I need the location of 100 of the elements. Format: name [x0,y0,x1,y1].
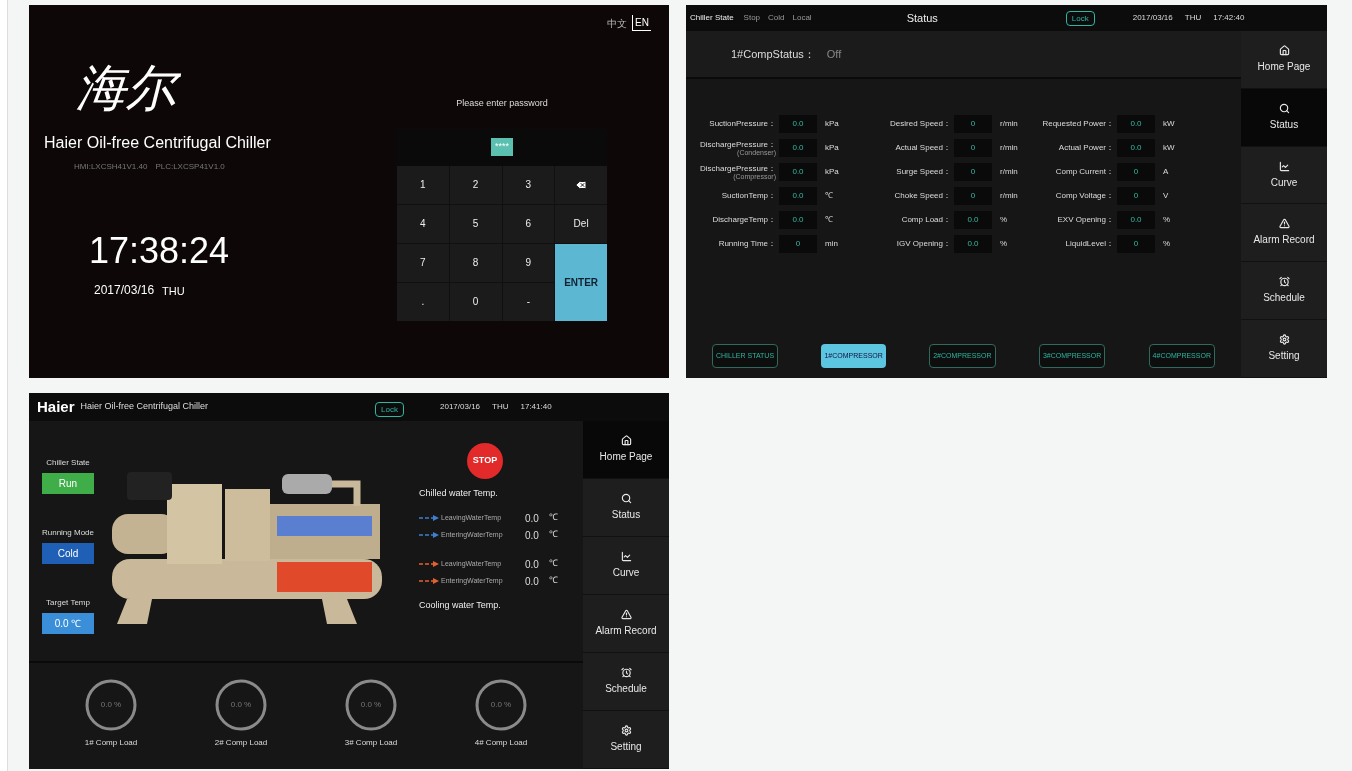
keypad-key[interactable]: 7 [397,243,449,282]
gauge-value: 0.0 % [490,699,512,711]
reading-value: 0.0 [525,574,540,589]
state-text: Stop [743,12,761,24]
enter-key[interactable]: ENTER [555,243,607,321]
keypad-key[interactable]: . [397,282,449,321]
field-label: Comp Load： [901,215,951,224]
field-label: DischargePressure： [699,139,776,149]
unit-text: r/min [999,141,1019,154]
gauge-ring [83,677,139,733]
field-label: Actual Speed： [895,143,951,152]
state-text: Local [792,12,812,24]
value-display: 0 [779,234,817,253]
keypad-key[interactable]: 6 [502,204,555,243]
stop-button[interactable]: STOP [467,443,503,479]
value-display: 0 [954,186,992,205]
lock-button[interactable]: Lock [375,402,404,417]
keypad-key[interactable]: 2 [449,165,502,204]
field-label: EXV Opening： [1057,215,1114,224]
field-label: Running Time： [718,239,776,248]
gauge-value: 0.0 % [360,699,382,711]
value-display: 0.0 [779,186,817,205]
keypad-key[interactable]: - [502,282,555,321]
unit-text: min [824,237,839,250]
line-chart-icon [620,551,632,562]
weekday-text: THU [162,283,185,299]
unit-text: ℃ [824,213,834,226]
indicator-label: Chiller State [46,457,90,469]
value-display: 0.0 [779,114,817,133]
unit-text: ℃ [549,557,558,571]
keypad-key[interactable]: 0 [449,282,502,321]
gauge-ring [343,677,399,733]
value-display: 0 [1117,234,1155,253]
language-option[interactable]: 中文 [605,16,630,31]
reading-value: 0.0 [525,511,540,526]
gauge-label: 1# Comp Load [84,737,138,749]
field-label: Actual Power： [1058,143,1114,152]
warning-icon [1278,218,1290,230]
field-label: Requested Power： [1042,119,1114,128]
keypad-key[interactable]: 1 [397,165,449,204]
unit-text: ℃ [549,574,558,588]
nav-item[interactable]: Home Page [583,421,669,479]
value-display: 0.0 [779,210,817,229]
field-label: Comp Current： [1055,167,1114,176]
status-indicator: Cold [42,543,94,564]
language-option[interactable]: EN [632,15,651,31]
keypad-key[interactable]: 8 [449,243,502,282]
unit-text: r/min [999,189,1019,202]
version-text: HMI:LXCSH41V1.40 [74,161,148,173]
keypad-key[interactable]: 4 [397,204,449,243]
keypad-key[interactable]: 9 [502,243,555,282]
indicator-label: Running Mode [41,527,94,539]
gauge-value: 0.0 % [100,699,122,711]
state-text: Cold [768,12,785,24]
settings-icon [1278,334,1290,346]
nav-item[interactable]: Status [1241,88,1327,147]
unit-text: ℃ [824,189,834,202]
unit-text: V [1162,189,1170,202]
unit-text: % [1162,237,1172,250]
field-label: SuctionPressure： [709,119,776,128]
value-display: 0.0 [1117,210,1155,229]
unit-text: % [999,237,1009,250]
keypad-key[interactable]: 5 [449,204,502,243]
value-display: 0 [954,138,992,157]
keypad-key[interactable]: Del [555,204,607,243]
keypad-key[interactable]: 3 [502,165,555,204]
unit-text: ℃ [549,528,558,542]
value-display: 0 [954,162,992,181]
value-display: 0.0 [779,162,817,181]
settings-icon [620,725,632,736]
value-display: 0.0 [1117,114,1155,133]
gauge-label: 3# Comp Load [344,737,398,749]
logo-text: 海尔 [76,55,389,121]
reading-value: 0.0 [525,557,540,572]
indicator-label: Target Temp [46,597,90,609]
field-label: DischargePressure： [699,163,776,173]
water-group-title: Chilled water Temp. [419,487,499,500]
version-text: PLC:LXCSP41V1.0 [155,161,225,173]
time-text: 17:41:40 [520,401,552,413]
product-title: Haier Oil-free Centrifugal Chiller [44,133,272,153]
unit-text: % [1162,213,1172,226]
lock-button[interactable]: Lock [1065,10,1095,26]
gauge-label: 2# Comp Load [214,737,268,749]
field-label: Desired Speed： [890,119,951,128]
backspace-key[interactable] [555,165,607,204]
gauge-label: 4# Comp Load [474,737,528,749]
alarm-clock-icon [1278,276,1290,288]
unit-text: % [999,213,1009,226]
weekday-text: THU [492,401,509,413]
date-text: 2017/03/16 [1132,12,1173,24]
value-display: 0.0 [954,234,992,253]
unit-text: r/min [999,165,1019,178]
warning-icon [620,609,632,620]
gauge-value: 0.0 % [230,699,252,711]
home-icon [620,435,632,446]
chiller-state-label: Chiller State [690,12,734,24]
date-text: 2017/03/16 [440,401,481,413]
brand-logo: Haier [37,396,75,417]
search-icon [620,493,632,504]
value-display: 0 [1117,186,1155,205]
